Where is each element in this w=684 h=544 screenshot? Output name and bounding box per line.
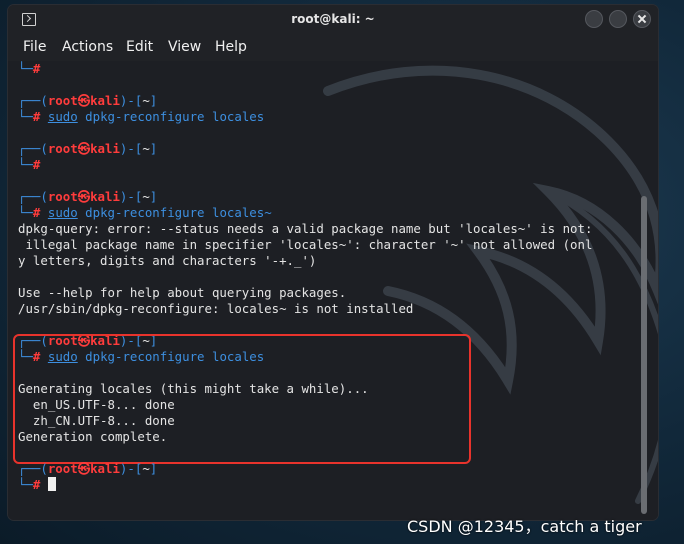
minimize-button[interactable] [585, 10, 603, 28]
prompt-line-bottom: └─# [18, 157, 41, 172]
prompt-line-bottom: └─# [18, 61, 41, 76]
maximize-button[interactable] [609, 10, 627, 28]
scrollbar[interactable] [641, 196, 647, 514]
terminal-window: root@kali: ~ File Actions Edit View Help… [8, 5, 658, 520]
close-button[interactable] [633, 10, 651, 28]
help-output: Use --help for help about querying packa… [18, 285, 347, 300]
error-output: dpkg-query: error: --status needs a vali… [18, 221, 593, 236]
menu-edit[interactable]: Edit [126, 39, 153, 55]
red-highlight-box [13, 334, 471, 464]
terminal-output[interactable]: └─# ┌──(root㉿kali)-[~] └─# sudo dpkg-rec… [8, 61, 658, 520]
prompt-line-top: ┌──(root㉿kali)-[~] [18, 189, 158, 204]
prompt-line-top: ┌──(root㉿kali)-[~] [18, 461, 158, 476]
menu-actions[interactable]: Actions [62, 39, 113, 55]
error-output: illegal package name in specifier 'local… [18, 237, 593, 252]
csdn-watermark: CSDN @12345，catch a tiger [407, 517, 642, 536]
text-cursor [47, 477, 56, 491]
prompt-line-top: ┌──(root㉿kali)-[~] [18, 141, 158, 156]
help-output: /usr/sbin/dpkg-reconfigure: locales~ is … [18, 301, 414, 316]
prompt-line-top: ┌──(root㉿kali)-[~] [18, 93, 158, 108]
menu-help[interactable]: Help [215, 39, 247, 55]
command-line: └─# sudo dpkg-reconfigure locales~ [18, 205, 272, 220]
menu-view[interactable]: View [168, 39, 201, 55]
error-output: y letters, digits and characters '-+._') [18, 253, 317, 268]
command-line: └─# sudo dpkg-reconfigure locales [18, 109, 265, 124]
window-title: root@kali: ~ [291, 12, 375, 26]
active-prompt-line: └─# [18, 477, 56, 493]
menu-file[interactable]: File [23, 39, 46, 55]
